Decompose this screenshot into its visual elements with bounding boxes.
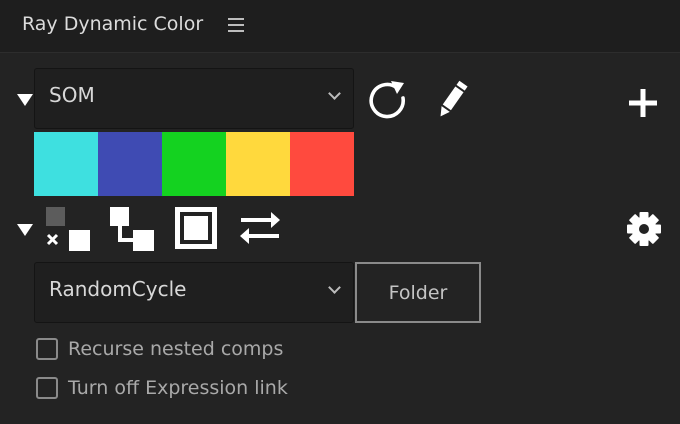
panel-header: Ray Dynamic Color <box>0 0 680 53</box>
hierarchy-squares-icon[interactable] <box>108 205 156 253</box>
palette-section-collapse-icon[interactable] <box>17 94 33 106</box>
pencil-icon[interactable] <box>434 78 470 122</box>
chevron-down-icon <box>328 281 341 294</box>
mode-dropdown[interactable]: RandomCycle <box>34 262 354 323</box>
random-squares-icon[interactable] <box>44 205 92 253</box>
color-swatch[interactable] <box>290 132 354 196</box>
palette-dropdown-value: SOM <box>49 83 95 107</box>
palette-dropdown[interactable]: SOM <box>34 68 354 129</box>
folder-button[interactable]: Folder <box>355 262 481 323</box>
recurse-nested-comps-checkbox[interactable] <box>36 338 58 360</box>
recurse-nested-comps-option[interactable]: Recurse nested comps <box>36 336 283 362</box>
color-swatch[interactable] <box>98 132 162 196</box>
swap-arrows-icon[interactable] <box>238 210 282 246</box>
mode-dropdown-value: RandomCycle <box>49 277 187 301</box>
color-swatch[interactable] <box>226 132 290 196</box>
palette-swatches <box>34 132 354 196</box>
plus-icon[interactable] <box>628 88 658 118</box>
turn-off-expression-link-checkbox[interactable] <box>36 377 58 399</box>
panel-title: Ray Dynamic Color <box>22 13 204 35</box>
chevron-down-icon <box>328 87 341 100</box>
turn-off-expression-link-label: Turn off Expression link <box>68 377 288 399</box>
hamburger-menu-icon[interactable] <box>228 18 244 32</box>
recurse-nested-comps-label: Recurse nested comps <box>68 338 284 360</box>
color-swatch[interactable] <box>34 132 98 196</box>
turn-off-expression-link-option[interactable]: Turn off Expression link <box>36 375 288 401</box>
ray-dynamic-color-panel: Ray Dynamic Color SOM RandomCycle Folder… <box>0 0 680 424</box>
gear-icon[interactable] <box>625 210 663 248</box>
refresh-icon[interactable] <box>366 78 410 122</box>
framed-square-icon[interactable] <box>174 206 218 250</box>
mode-section-collapse-icon[interactable] <box>17 224 33 236</box>
color-swatch[interactable] <box>162 132 226 196</box>
